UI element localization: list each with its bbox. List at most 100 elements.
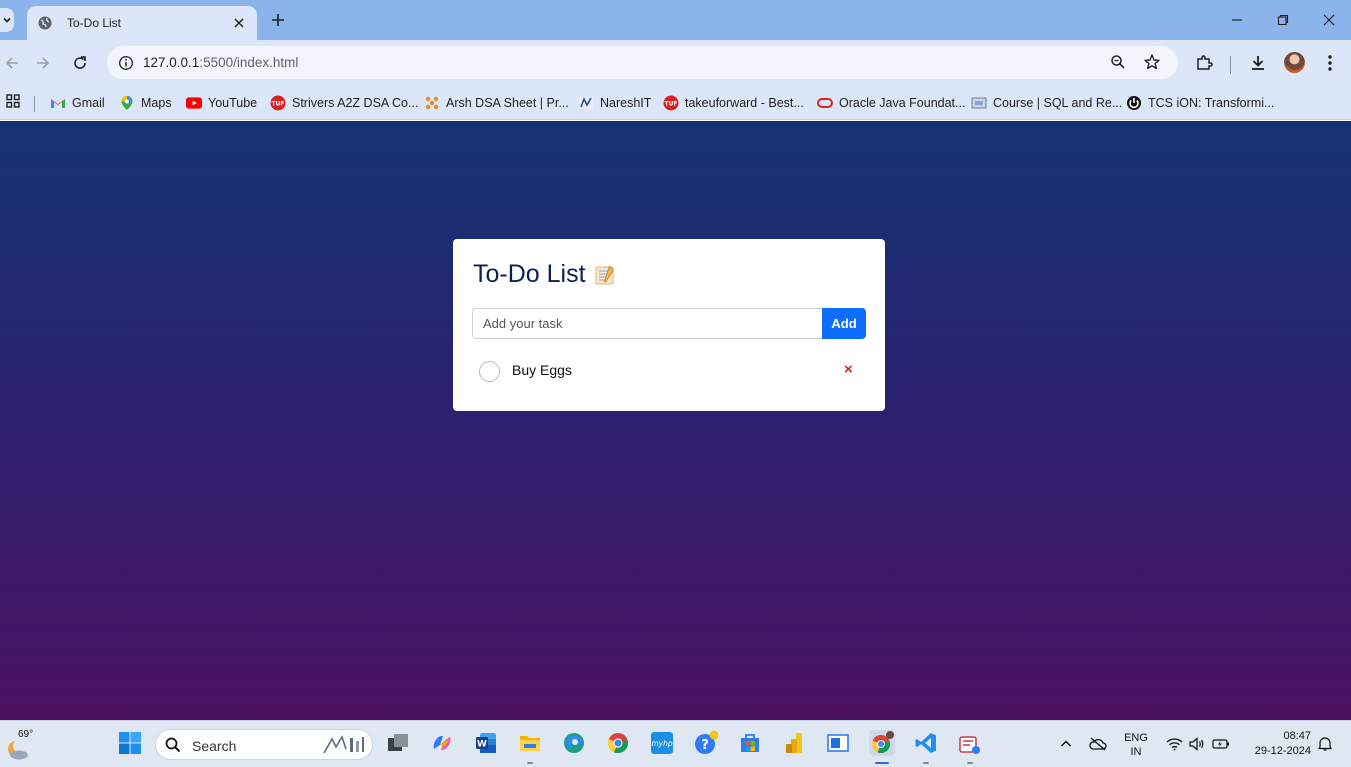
svg-text:myhp: myhp (651, 739, 672, 748)
bookmark-course-sql[interactable]: Course | SQL and Re... (971, 93, 1122, 113)
page-viewport: To-Do List Add Buy Eggs × (0, 121, 1351, 720)
weather-widget[interactable]: 69° (6, 729, 40, 761)
task-input[interactable] (472, 308, 824, 339)
language-indicator[interactable]: ENG IN (1121, 731, 1151, 759)
copilot-app[interactable] (429, 730, 455, 756)
language-code: ENG (1124, 732, 1148, 744)
folder-icon (520, 736, 540, 751)
download-icon (1252, 56, 1264, 70)
extensions-button[interactable] (1192, 51, 1216, 75)
window-app-icon (827, 734, 849, 752)
reload-button[interactable] (68, 51, 92, 75)
weather-moon-cloud-icon (8, 739, 28, 760)
store-app[interactable] (737, 730, 763, 756)
chrome-app[interactable] (605, 730, 631, 756)
url-host: 127.0.0.1 (143, 55, 200, 70)
bookmark-label: Gmail (72, 96, 105, 110)
speaker-icon (1189, 737, 1204, 751)
tab-todo-list[interactable]: To-Do List (27, 6, 257, 40)
weather-temp: 69° (18, 729, 34, 740)
profile-avatar[interactable] (1284, 52, 1305, 73)
windows-logo-icon (119, 732, 141, 754)
bookmark-strivers[interactable]: TUF Strivers A2Z DSA Co... (270, 93, 418, 113)
maps-icon (119, 95, 135, 111)
tab-close-button[interactable] (231, 15, 247, 31)
notepad-icon (594, 264, 616, 286)
wifi-tray[interactable] (1165, 735, 1183, 753)
address-bar[interactable]: 127.0.0.1:5500/index.html (107, 46, 1178, 79)
chrome-icon (607, 733, 628, 754)
task-label[interactable]: Buy Eggs (512, 362, 572, 378)
plus-icon (272, 14, 284, 26)
notepad-app[interactable] (825, 730, 851, 756)
volume-tray[interactable] (1188, 735, 1206, 753)
clock-time: 08:47 (1283, 730, 1311, 742)
taskbar-search[interactable]: Search (155, 729, 373, 760)
bookmark-tcs-ion[interactable]: TCS iON: Transformi... (1126, 93, 1274, 113)
minimize-button[interactable] (1227, 10, 1247, 30)
chrome-app-active[interactable] (869, 730, 895, 756)
task-view-button[interactable] (385, 730, 411, 756)
task-checkbox[interactable] (479, 361, 500, 382)
arsh-icon (424, 95, 440, 111)
bookmark-star-icon[interactable] (1143, 53, 1161, 76)
get-help-app[interactable]: ? (693, 730, 719, 756)
address-url: 127.0.0.1:5500/index.html (143, 55, 298, 70)
site-info-icon[interactable] (114, 51, 137, 74)
bookmark-label: Strivers A2Z DSA Co... (292, 96, 419, 110)
cloud-off-icon (1089, 737, 1107, 751)
task-item[interactable]: Buy Eggs × (479, 359, 865, 383)
bookmark-label: Oracle Java Foundat... (839, 96, 966, 110)
word-app[interactable]: W (473, 730, 499, 756)
power-bi-app[interactable] (781, 730, 807, 756)
close-window-button[interactable] (1319, 10, 1339, 30)
url-path: :5500/index.html (199, 55, 299, 70)
bookmark-maps[interactable]: Maps (119, 93, 172, 113)
menu-button[interactable] (1318, 51, 1342, 75)
bookmark-takeuforward[interactable]: TUF takeuforward - Best... (663, 93, 804, 113)
start-button[interactable] (117, 730, 143, 756)
bookmark-youtube[interactable]: YouTube (186, 93, 257, 113)
search-icon (165, 737, 181, 758)
clock[interactable]: 08:47 29-12-2024 (1245, 729, 1311, 759)
copilot-icon (433, 735, 451, 751)
bookmark-label: NareshIT (600, 96, 652, 110)
notification-center-button[interactable] (1316, 735, 1334, 753)
myhp-app[interactable]: myhp (649, 730, 675, 756)
file-explorer-app[interactable] (517, 730, 543, 756)
bookmark-gmail[interactable]: Gmail (50, 93, 105, 113)
store-icon (741, 734, 759, 752)
zoom-icon[interactable] (1110, 54, 1126, 75)
tcs-icon (1126, 95, 1142, 111)
add-task-button[interactable]: Add (822, 308, 866, 339)
restore-icon (1277, 14, 1289, 26)
tab-search-button[interactable] (0, 8, 14, 32)
bookmark-arsh-dsa[interactable]: Arsh DSA Sheet | Pr... (424, 93, 569, 113)
new-tab-button[interactable] (268, 10, 288, 30)
back-button[interactable] (0, 51, 24, 75)
onedrive-tray[interactable] (1089, 735, 1107, 753)
svg-text:W: W (477, 740, 487, 750)
bookmark-oracle-java[interactable]: Oracle Java Foundat... (817, 93, 965, 113)
restore-button[interactable] (1273, 10, 1293, 30)
bookmarks-separator (34, 96, 35, 112)
apps-grid-icon[interactable] (6, 94, 20, 113)
globe-icon (37, 15, 53, 31)
edge-app[interactable] (561, 730, 587, 756)
show-hidden-icons-button[interactable] (1057, 735, 1075, 753)
snipping-tool-icon (959, 736, 980, 754)
snipping-tool-app[interactable] (957, 730, 983, 756)
bookmark-label: takeuforward - Best... (685, 96, 804, 110)
forward-button[interactable] (31, 51, 55, 75)
downloads-button[interactable] (1246, 51, 1270, 75)
power-bi-icon (786, 733, 802, 753)
delete-task-button[interactable]: × (844, 361, 853, 378)
search-label: Search (192, 738, 237, 754)
battery-tray[interactable] (1212, 735, 1230, 753)
running-indicator-active (875, 762, 889, 764)
help-icon: ? (695, 730, 719, 754)
myhp-icon: myhp (651, 732, 673, 754)
reload-icon (74, 56, 86, 69)
vscode-app[interactable] (913, 730, 939, 756)
bookmark-nareshit[interactable]: NareshIT (578, 93, 651, 113)
